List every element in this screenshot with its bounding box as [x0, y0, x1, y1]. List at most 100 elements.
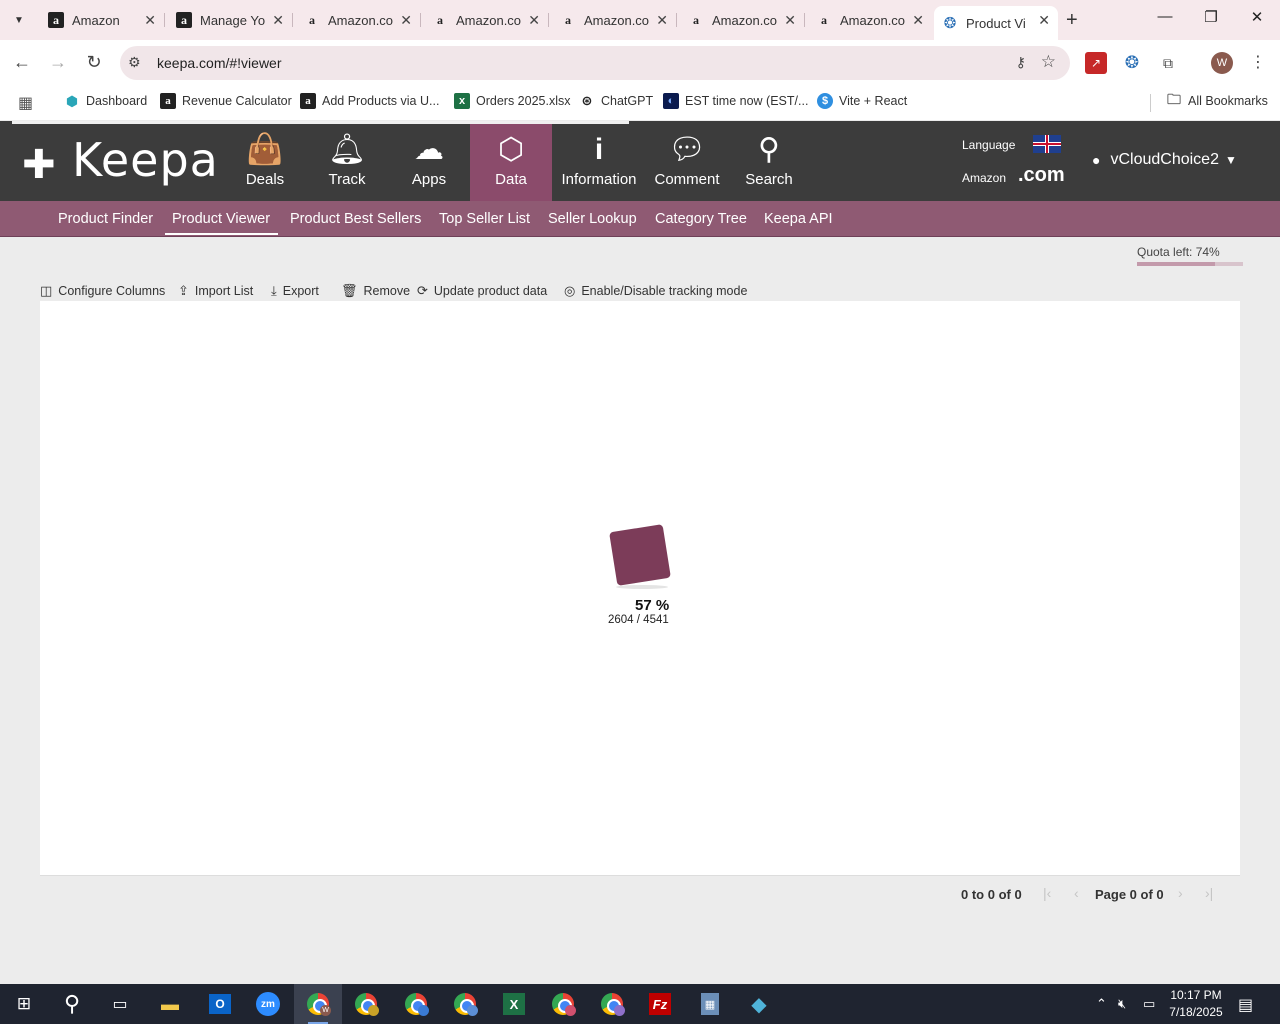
update-product-data-button[interactable]: ⟳ Update product data: [417, 283, 547, 299]
speaker-muted-icon[interactable]: 🔇︎: [1118, 996, 1126, 1012]
nav-deals[interactable]: 👜 Deals: [230, 121, 300, 201]
reload-button[interactable]: ↻: [82, 52, 106, 73]
tray-chevron-icon[interactable]: ⌃: [1096, 996, 1107, 1012]
next-page-icon[interactable]: ›: [1178, 885, 1183, 901]
bookmark-item[interactable]: ⬢ Dashboard: [64, 93, 147, 109]
nav-information[interactable]: i Information: [556, 121, 642, 201]
nav-track[interactable]: 🔔︎ Track: [312, 121, 382, 201]
profile-badge: [467, 1005, 478, 1016]
close-tab-icon[interactable]: ✕: [400, 12, 412, 29]
browser-tab[interactable]: a Amazon.co ✕: [680, 6, 804, 34]
nav-comment[interactable]: 💬︎ Comment: [650, 121, 724, 201]
last-page-icon[interactable]: ›|: [1205, 885, 1213, 901]
taskbar-clock[interactable]: 10:17 PM 7/18/2025: [1166, 987, 1226, 1021]
browser-tab[interactable]: a Amazon ✕: [40, 6, 164, 34]
all-bookmarks-folder[interactable]: 🗀 All Bookmarks: [1166, 91, 1268, 109]
browser-tab[interactable]: a Amazon.co ✕: [424, 6, 548, 34]
taskbar-chrome-profile[interactable]: [441, 984, 489, 1024]
back-button[interactable]: ←: [10, 52, 34, 73]
keepa-extension-icon[interactable]: ❂: [1121, 52, 1143, 74]
uk-flag-icon[interactable]: [1033, 135, 1061, 153]
start-button[interactable]: ⊞: [0, 984, 48, 1024]
profile-avatar[interactable]: W: [1211, 52, 1233, 74]
address-bar[interactable]: ⚙ keepa.com/#!viewer ⚷ ☆: [120, 46, 1070, 80]
configure-columns-button[interactable]: ◫ Configure Columns: [40, 283, 165, 299]
restore-button[interactable]: ❐: [1188, 8, 1234, 26]
taskbar-excel[interactable]: X: [490, 984, 538, 1024]
user-menu[interactable]: ● vCloudChoice2 ▼: [1092, 151, 1237, 169]
calculator-icon: ▦: [701, 993, 719, 1015]
taskbar-chrome-profile-w[interactable]: W: [294, 984, 342, 1024]
keepa-logo-text[interactable]: Keepa: [72, 133, 219, 187]
forward-button[interactable]: →: [46, 52, 70, 73]
marketplace-domain-selector[interactable]: .com: [1018, 164, 1065, 187]
new-tab-button[interactable]: +: [1066, 9, 1078, 32]
browser-tab[interactable]: a Amazon.co ✕: [296, 6, 420, 34]
pdf-extension-icon[interactable]: ↗: [1085, 52, 1107, 74]
taskbar-zoom[interactable]: zm: [244, 984, 292, 1024]
task-view-button[interactable]: ▭: [96, 984, 144, 1024]
taskbar-app[interactable]: ◆: [735, 984, 783, 1024]
nav-search[interactable]: ⚲ Search: [734, 121, 804, 201]
subnav-category-tree[interactable]: Category Tree: [655, 211, 747, 227]
subnav-product-best-sellers[interactable]: Product Best Sellers: [290, 211, 421, 227]
url-text[interactable]: keepa.com/#!viewer: [157, 55, 282, 71]
subnav-top-seller-list[interactable]: Top Seller List: [439, 211, 530, 227]
taskbar-calculator[interactable]: ▦: [686, 984, 734, 1024]
taskbar-file-explorer[interactable]: ▬: [146, 984, 194, 1024]
nav-data[interactable]: ⬡ Data: [470, 121, 552, 201]
nav-apps[interactable]: ☁ Apps: [394, 121, 464, 201]
browser-tab-active[interactable]: ❂ Product Vi ✕: [934, 6, 1058, 40]
language-label: Language: [962, 138, 1016, 152]
taskbar-search-button[interactable]: ⚲: [48, 984, 96, 1024]
import-list-button[interactable]: ⇪ Import List: [178, 283, 253, 299]
close-tab-icon[interactable]: ✕: [912, 12, 924, 29]
taskbar-outlook[interactable]: O: [196, 984, 244, 1024]
remove-button[interactable]: 🗑︎ Remove: [341, 283, 410, 299]
bookmark-item[interactable]: a Add Products via U...: [300, 93, 439, 109]
quota-bar-fill: [1137, 262, 1216, 266]
taskbar-chrome-profile[interactable]: [588, 984, 636, 1024]
subnav-product-finder[interactable]: Product Finder: [58, 211, 153, 227]
browser-menu-icon[interactable]: ⋮: [1250, 52, 1266, 72]
bookmark-star-icon[interactable]: ☆: [1041, 52, 1056, 72]
taskbar-chrome-profile[interactable]: [392, 984, 440, 1024]
notifications-icon[interactable]: ▤: [1238, 995, 1253, 1015]
extensions-puzzle-icon[interactable]: ⧉: [1157, 52, 1179, 74]
network-icon[interactable]: ▭: [1143, 996, 1155, 1012]
close-window-button[interactable]: ✕: [1234, 8, 1280, 26]
tab-search-dropdown[interactable]: ▼: [6, 8, 32, 32]
subnav-product-viewer[interactable]: Product Viewer: [165, 211, 279, 235]
bookmark-item[interactable]: x Orders 2025.xlsx: [454, 93, 570, 109]
export-button[interactable]: ⤓ Export: [271, 283, 319, 299]
first-page-icon[interactable]: |‹: [1043, 885, 1051, 901]
quota-label: Quota left: 74%: [1137, 245, 1220, 259]
close-tab-icon[interactable]: ✕: [272, 12, 284, 29]
loading-shadow: [616, 585, 668, 589]
browser-tab[interactable]: a Manage Yo ✕: [168, 6, 292, 34]
minimize-button[interactable]: —: [1142, 8, 1188, 25]
close-tab-icon[interactable]: ✕: [528, 12, 540, 29]
taskbar-filezilla[interactable]: Fz: [636, 984, 684, 1024]
subnav-keepa-api[interactable]: Keepa API: [764, 211, 833, 227]
close-tab-icon[interactable]: ✕: [784, 12, 796, 29]
taskbar-chrome-profile[interactable]: [539, 984, 587, 1024]
apps-grid-icon[interactable]: ▦: [18, 93, 33, 113]
subnav-seller-lookup[interactable]: Seller Lookup: [548, 211, 637, 227]
taskbar-chrome-profile[interactable]: [342, 984, 390, 1024]
bookmark-item[interactable]: ◐ EST time now (EST/...: [663, 93, 808, 109]
browser-tab[interactable]: a Amazon.co ✕: [808, 6, 932, 34]
site-info-icon[interactable]: ⚙: [128, 54, 141, 71]
tracking-mode-toggle[interactable]: ◎ Enable/Disable tracking mode: [564, 283, 747, 299]
close-tab-icon[interactable]: ✕: [144, 12, 156, 29]
bookmark-item[interactable]: ⊛ ChatGPT: [579, 93, 654, 109]
browser-tab[interactable]: a Amazon.co ✕: [552, 6, 676, 34]
close-tab-icon[interactable]: ✕: [1038, 12, 1050, 29]
bookmark-item[interactable]: $ Vite + React: [817, 93, 907, 109]
password-key-icon[interactable]: ⚷: [1016, 54, 1026, 71]
bookmark-item[interactable]: a Revenue Calculator: [160, 93, 292, 109]
tab-title: Amazon.co: [328, 12, 394, 28]
prev-page-icon[interactable]: ‹: [1074, 885, 1079, 901]
close-tab-icon[interactable]: ✕: [656, 12, 668, 29]
keepa-logo-icon[interactable]: ✚: [22, 145, 56, 185]
